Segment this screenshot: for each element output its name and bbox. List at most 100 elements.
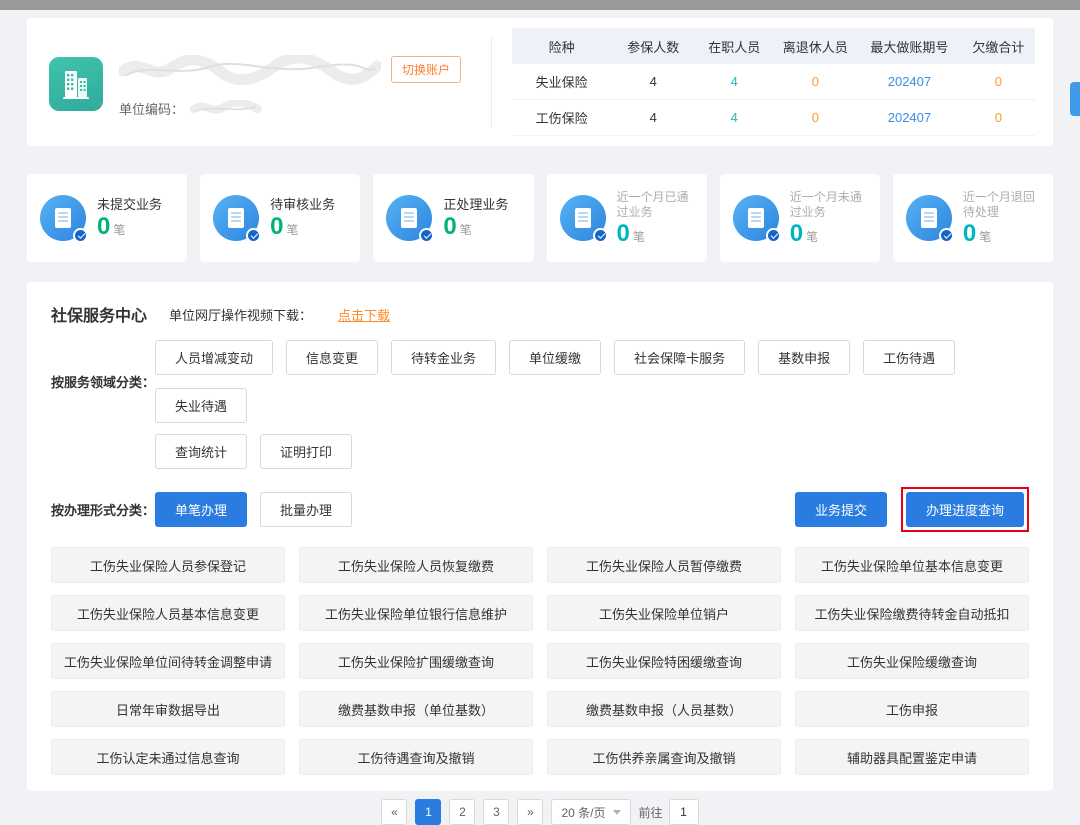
business-item[interactable]: 工伤认定未通过信息查询 [51, 739, 285, 775]
redacted-company-name [119, 55, 381, 85]
stat-value: 0 [790, 220, 803, 247]
table-row: 失业保险 4 4 0 202407 0 [512, 64, 1035, 100]
stat-unit: 笔 [460, 223, 472, 237]
stat-value: 0 [97, 213, 110, 240]
business-item[interactable]: 工伤失业保险缓缴查询 [795, 643, 1029, 679]
business-item[interactable]: 工伤失业保险人员参保登记 [51, 547, 285, 583]
stat-card-processing[interactable]: 正处理业务 0笔 [373, 174, 533, 262]
document-icon [40, 195, 86, 241]
service-area-button[interactable]: 单位缓缴 [509, 340, 601, 375]
max-period: 202407 [857, 74, 962, 89]
service-center-card: 社保服务中心 单位网厅操作视频下载： 点击下载 按服务领域分类： 人员增减变动 … [27, 282, 1053, 791]
document-icon [560, 195, 606, 241]
insured-count: 4 [611, 110, 695, 125]
stat-value: 0 [270, 213, 283, 240]
table-header-row: 险种 参保人数 在职人员 离退休人员 最大做账期号 欠缴合计 [512, 28, 1035, 64]
insured-count: 4 [611, 74, 695, 89]
business-item[interactable]: 工伤供养亲属查询及撤销 [547, 739, 781, 775]
page-size-select[interactable]: 20 条/页 [551, 799, 630, 825]
business-item[interactable]: 工伤失业保险单位间待转金调整申请 [51, 643, 285, 679]
stat-unit: 笔 [806, 230, 818, 244]
unit-code-label: 单位编码： [119, 99, 184, 118]
business-item[interactable]: 工伤失业保险单位基本信息变更 [795, 547, 1029, 583]
stat-value: 0 [617, 220, 630, 247]
business-item[interactable]: 工伤失业保险单位销户 [547, 595, 781, 631]
stat-unit: 笔 [113, 223, 125, 237]
download-link[interactable]: 点击下载 [338, 305, 390, 324]
business-item[interactable]: 工伤待遇查询及撤销 [299, 739, 533, 775]
active-count: 4 [695, 110, 773, 125]
stat-card-returned-month[interactable]: 近一个月退回待处理 0笔 [893, 174, 1053, 262]
chevron-down-icon [613, 810, 621, 815]
check-badge-icon [73, 228, 88, 243]
account-summary-card: 切换账户 单位编码： 险种 参保人数 在职人员 离退休人员 最大做账期号 [27, 18, 1053, 146]
stat-label: 待审核业务 [270, 197, 335, 213]
stat-label: 近一个月退回待处理 [963, 190, 1045, 219]
business-item[interactable]: 工伤失业保险缴费待转金自动抵扣 [795, 595, 1029, 631]
batch-process-tab[interactable]: 批量办理 [260, 492, 352, 527]
page-button-2[interactable]: 2 [449, 799, 475, 825]
service-area-button[interactable]: 基数申报 [758, 340, 850, 375]
redacted-unit-code [190, 100, 262, 116]
company-block: 切换账户 单位编码： [49, 47, 487, 118]
section-title: 社保服务中心 [51, 302, 147, 326]
business-item[interactable]: 缴费基数申报（单位基数） [299, 691, 533, 727]
prev-page-button[interactable]: « [381, 799, 407, 825]
table-row: 工伤保险 4 4 0 202407 0 [512, 100, 1035, 136]
stat-card-unsubmitted[interactable]: 未提交业务 0笔 [27, 174, 187, 262]
service-area-button[interactable]: 工伤待遇 [863, 340, 955, 375]
goto-label: 前往 [639, 804, 663, 821]
service-area-button[interactable]: 查询统计 [155, 434, 247, 469]
page-button-1[interactable]: 1 [415, 799, 441, 825]
page-button-3[interactable]: 3 [483, 799, 509, 825]
service-area-button[interactable]: 失业待遇 [155, 388, 247, 423]
business-item[interactable]: 工伤失业保险扩围缓缴查询 [299, 643, 533, 679]
business-item[interactable]: 工伤申报 [795, 691, 1029, 727]
business-item[interactable]: 日常年审数据导出 [51, 691, 285, 727]
stat-unit: 笔 [287, 223, 299, 237]
goto-page-input[interactable] [669, 799, 699, 825]
stat-card-pending-review[interactable]: 待审核业务 0笔 [200, 174, 360, 262]
floating-side-tab[interactable] [1070, 82, 1080, 116]
document-icon [386, 195, 432, 241]
column-header: 欠缴合计 [962, 37, 1035, 56]
insurance-summary-table: 险种 参保人数 在职人员 离退休人员 最大做账期号 欠缴合计 失业保险 4 4 … [512, 28, 1035, 136]
document-icon [906, 195, 952, 241]
company-info: 切换账户 单位编码： [119, 53, 487, 118]
switch-account-button[interactable]: 切换账户 [391, 56, 461, 83]
service-area-button[interactable]: 社会保障卡服务 [614, 340, 745, 375]
column-header: 参保人数 [611, 37, 695, 56]
business-item[interactable]: 工伤失业保险单位银行信息维护 [299, 595, 533, 631]
business-item[interactable]: 缴费基数申报（人员基数） [547, 691, 781, 727]
business-item[interactable]: 工伤失业保险人员恢复缴费 [299, 547, 533, 583]
stat-value: 0 [443, 213, 456, 240]
business-item[interactable]: 工伤失业保险人员基本信息变更 [51, 595, 285, 631]
service-area-button[interactable]: 待转金业务 [391, 340, 496, 375]
single-process-tab[interactable]: 单笔办理 [155, 492, 247, 527]
check-badge-icon [593, 228, 608, 243]
page-size-value: 20 条/页 [561, 804, 605, 821]
business-item[interactable]: 工伤失业保险人员暂停缴费 [547, 547, 781, 583]
page-top-strip [0, 0, 1080, 10]
form-type-label: 按办理形式分类： [51, 500, 155, 519]
check-badge-icon [246, 228, 261, 243]
stat-unit: 笔 [979, 230, 991, 244]
business-item[interactable]: 工伤失业保险特困缓缴查询 [547, 643, 781, 679]
service-area-label: 按服务领域分类： [51, 372, 155, 391]
arrears-total: 0 [962, 110, 1035, 125]
stat-card-rejected-month[interactable]: 近一个月未通过业务 0笔 [720, 174, 880, 262]
stat-label: 未提交业务 [97, 197, 162, 213]
progress-query-button[interactable]: 办理进度查询 [906, 492, 1024, 527]
video-download-label: 单位网厅操作视频下载： [169, 305, 312, 324]
service-area-button[interactable]: 信息变更 [286, 340, 378, 375]
stat-card-approved-month[interactable]: 近一个月已通过业务 0笔 [547, 174, 707, 262]
service-area-button[interactable]: 证明打印 [260, 434, 352, 469]
check-badge-icon [766, 228, 781, 243]
next-page-button[interactable]: » [517, 799, 543, 825]
column-header: 离退休人员 [773, 37, 857, 56]
business-item[interactable]: 辅助器具配置鉴定申请 [795, 739, 1029, 775]
stat-label: 正处理业务 [443, 197, 508, 213]
stat-label: 近一个月已通过业务 [617, 190, 699, 219]
business-submit-button[interactable]: 业务提交 [795, 492, 887, 527]
service-area-button[interactable]: 人员增减变动 [155, 340, 273, 375]
